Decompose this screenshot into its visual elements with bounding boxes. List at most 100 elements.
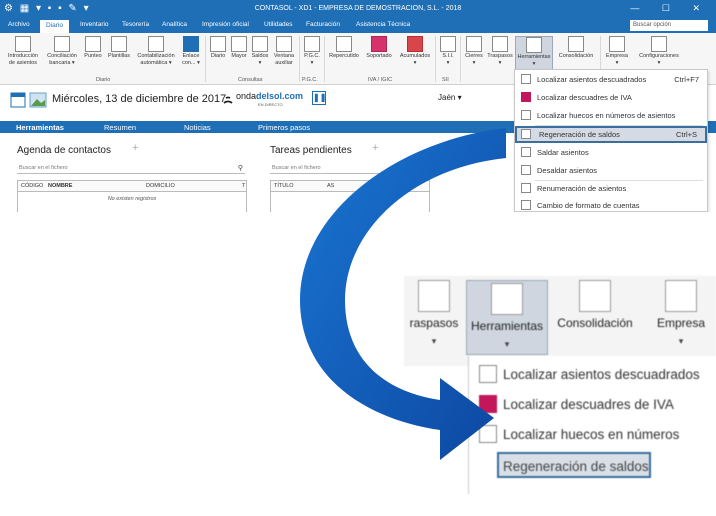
tools-help-icon [526, 37, 542, 53]
vat-search-icon [521, 92, 531, 102]
chevron-down-icon: ▾ [504, 339, 510, 349]
template-icon [111, 36, 127, 52]
consolidation-icon [579, 280, 611, 312]
vat-search-icon [479, 395, 497, 413]
tab-impresion-oficial[interactable]: Impresión oficial [202, 21, 249, 28]
cierres-button[interactable]: Cierres ▾ [463, 36, 485, 67]
empty-message: No existen registros [107, 196, 157, 202]
zoom-item-regeneracion-saldos: Regeneración de saldos [497, 452, 651, 478]
conciliacion-bancaria-button[interactable]: Conciliación bancaria ▾ [44, 36, 80, 67]
menu-item-localizar-huecos[interactable]: Localizar huecos en números de asientos [515, 107, 707, 124]
column-titulo[interactable]: TÍTULO [274, 183, 294, 189]
tab-noticias[interactable]: Noticias [184, 123, 211, 132]
acumulados-button[interactable]: Acumulados ▾ [397, 36, 433, 67]
add-task-icon[interactable]: + [372, 142, 378, 154]
diario-consulta-button[interactable]: Diario [208, 36, 228, 60]
tab-asistencia-tecnica[interactable]: Asistencia Técnica [356, 21, 410, 28]
empresa-button[interactable]: Empresa ▾ [603, 36, 631, 67]
gap-search-icon [479, 425, 497, 443]
search-doc-icon [521, 74, 531, 84]
regenerate-icon [521, 129, 531, 139]
consolidacion-button[interactable]: Consolidación [556, 36, 596, 60]
region-selector[interactable]: Jaén ▾ [438, 93, 462, 102]
mayor-button[interactable]: Mayor [229, 36, 249, 60]
tab-archivo[interactable]: Archivo [8, 21, 30, 28]
pause-icon[interactable]: ❚❚ [312, 91, 326, 105]
ondadelsol-logo[interactable]: ondadelsol.com EN DIRECTO [236, 91, 303, 107]
group-label-consultas: Consultas [238, 77, 263, 83]
calendar-image-icon [10, 92, 47, 108]
repercutido-button[interactable]: Repercutido [327, 36, 361, 60]
zoom-item-localizar-huecos: Localizar huecos en números [469, 420, 716, 448]
column-t[interactable]: T [242, 183, 245, 189]
search-icon[interactable]: ⚲ [238, 164, 243, 172]
current-date: Miércoles, 13 de diciembre de 2017 [52, 93, 227, 105]
herramientas-button[interactable]: Herramientas ▾ [515, 36, 553, 71]
option-search-input[interactable]: Buscar opción [630, 20, 708, 31]
soportado-button[interactable]: Soportado [363, 36, 395, 60]
column-codigo[interactable]: CÓDIGO [21, 183, 43, 189]
zoom-herramientas-button: Herramientas ▾ [466, 280, 548, 355]
enlace-button[interactable]: Enlace con... ▾ [180, 36, 202, 67]
zoom-dropdown: Localizar asientos descuadrados Localiza… [468, 356, 716, 494]
table-header: CÓDIGO NOMBRE DOMICILIO T [18, 181, 246, 192]
zoom-item-localizar-iva: Localizar descuadres de IVA [469, 390, 716, 418]
menu-item-saldar-asientos[interactable]: Saldar asientos [515, 144, 707, 161]
empty-message: No [366, 196, 374, 202]
tasks-search-input[interactable]: Buscar en el fichero [270, 163, 420, 174]
menu-item-localizar-asientos[interactable]: Localizar asientos descuadrados Ctrl+F7 [515, 71, 707, 88]
pgc-button[interactable]: P.G.C. ▾ [302, 36, 322, 67]
tab-diario[interactable]: Diario [40, 20, 69, 33]
menu-item-renumeracion[interactable]: Renumeración de asientos [515, 180, 707, 197]
tab-inventario[interactable]: Inventario [80, 21, 109, 28]
traspasos-button[interactable]: Traspasos ▾ [486, 36, 514, 67]
title-bar: ⚙ ▦ ▾ ▪ ▪ ✎ ▾ CONTASOL - XD1 - EMPRESA D… [0, 0, 716, 19]
configuraciones-button[interactable]: Configuraciones ▾ [634, 36, 684, 67]
menu-bar: Archivo Diario Inventario Tesorería Anal… [0, 19, 716, 33]
column-asunto[interactable]: AS [327, 183, 334, 189]
tab-primeros-pasos[interactable]: Primeros pasos [258, 123, 310, 132]
tab-facturacion[interactable]: Facturación [306, 21, 340, 28]
contabilizacion-automatica-button[interactable]: Contabilización automática ▾ [134, 36, 178, 67]
add-contact-icon[interactable]: + [132, 142, 138, 154]
plantillas-button[interactable]: Plantillas [106, 36, 132, 60]
menu-item-desaldar-asientos[interactable]: Desaldar asientos [515, 162, 707, 179]
ventana-auxiliar-button[interactable]: Ventana auxiliar [271, 36, 297, 67]
settle-icon [521, 147, 531, 157]
gear-icon [651, 36, 667, 52]
window-title: CONTASOL - XD1 - EMPRESA DE DEMOSTRACION… [254, 5, 462, 12]
tab-resumen[interactable]: Resumen [104, 123, 136, 132]
zoom-callout: raspasos ▾ Herramientas ▾ Consolidación Em… [404, 248, 716, 494]
menu-item-cambio-formato[interactable]: Cambio de formato de cuentas [515, 197, 707, 212]
group-label-sii: SII [442, 77, 449, 83]
tab-analitica[interactable]: Analítica [162, 21, 187, 28]
tasks-table: TÍTULO AS No [270, 180, 430, 212]
journal-entry-icon [15, 36, 31, 52]
search-doc-icon [479, 365, 497, 383]
ribbon-separator [205, 36, 206, 82]
auto-post-icon [148, 36, 164, 52]
sii-button[interactable]: S.I.I. ▾ [438, 36, 458, 67]
column-nombre[interactable]: NOMBRE [48, 183, 72, 189]
saldos-button[interactable]: Saldos ▾ [250, 36, 270, 67]
contacts-search-input[interactable]: Buscar en el fichero ⚲ [17, 163, 245, 174]
window-controls[interactable]: — ☐ ✕ [630, 3, 710, 14]
company-icon [665, 280, 697, 312]
ribbon-separator [299, 36, 300, 82]
punteo-button[interactable]: Punteo [82, 36, 104, 60]
ledger-icon [231, 36, 247, 52]
tab-utilidades[interactable]: Utilidades [264, 21, 293, 28]
introduccion-asientos-button[interactable]: Introducción de asientos [4, 36, 42, 67]
balance-icon [252, 36, 268, 52]
check-mark-icon [85, 36, 101, 52]
journal-icon [210, 36, 226, 52]
menu-item-localizar-iva[interactable]: Localizar descuadres de IVA [515, 89, 707, 106]
menu-item-regeneracion-saldos[interactable]: Regeneración de saldos Ctrl+S [515, 126, 707, 143]
chevron-down-icon: ▾ [431, 336, 437, 346]
column-domicilio[interactable]: DOMICILIO [146, 183, 175, 189]
tab-tesoreria[interactable]: Tesorería [122, 21, 149, 28]
chart-of-accounts-icon [304, 36, 320, 52]
gap-search-icon [521, 110, 531, 120]
zoom-item-localizar-asientos: Localizar asientos descuadrados [469, 360, 716, 388]
tab-herramientas[interactable]: Herramientas [16, 123, 64, 132]
